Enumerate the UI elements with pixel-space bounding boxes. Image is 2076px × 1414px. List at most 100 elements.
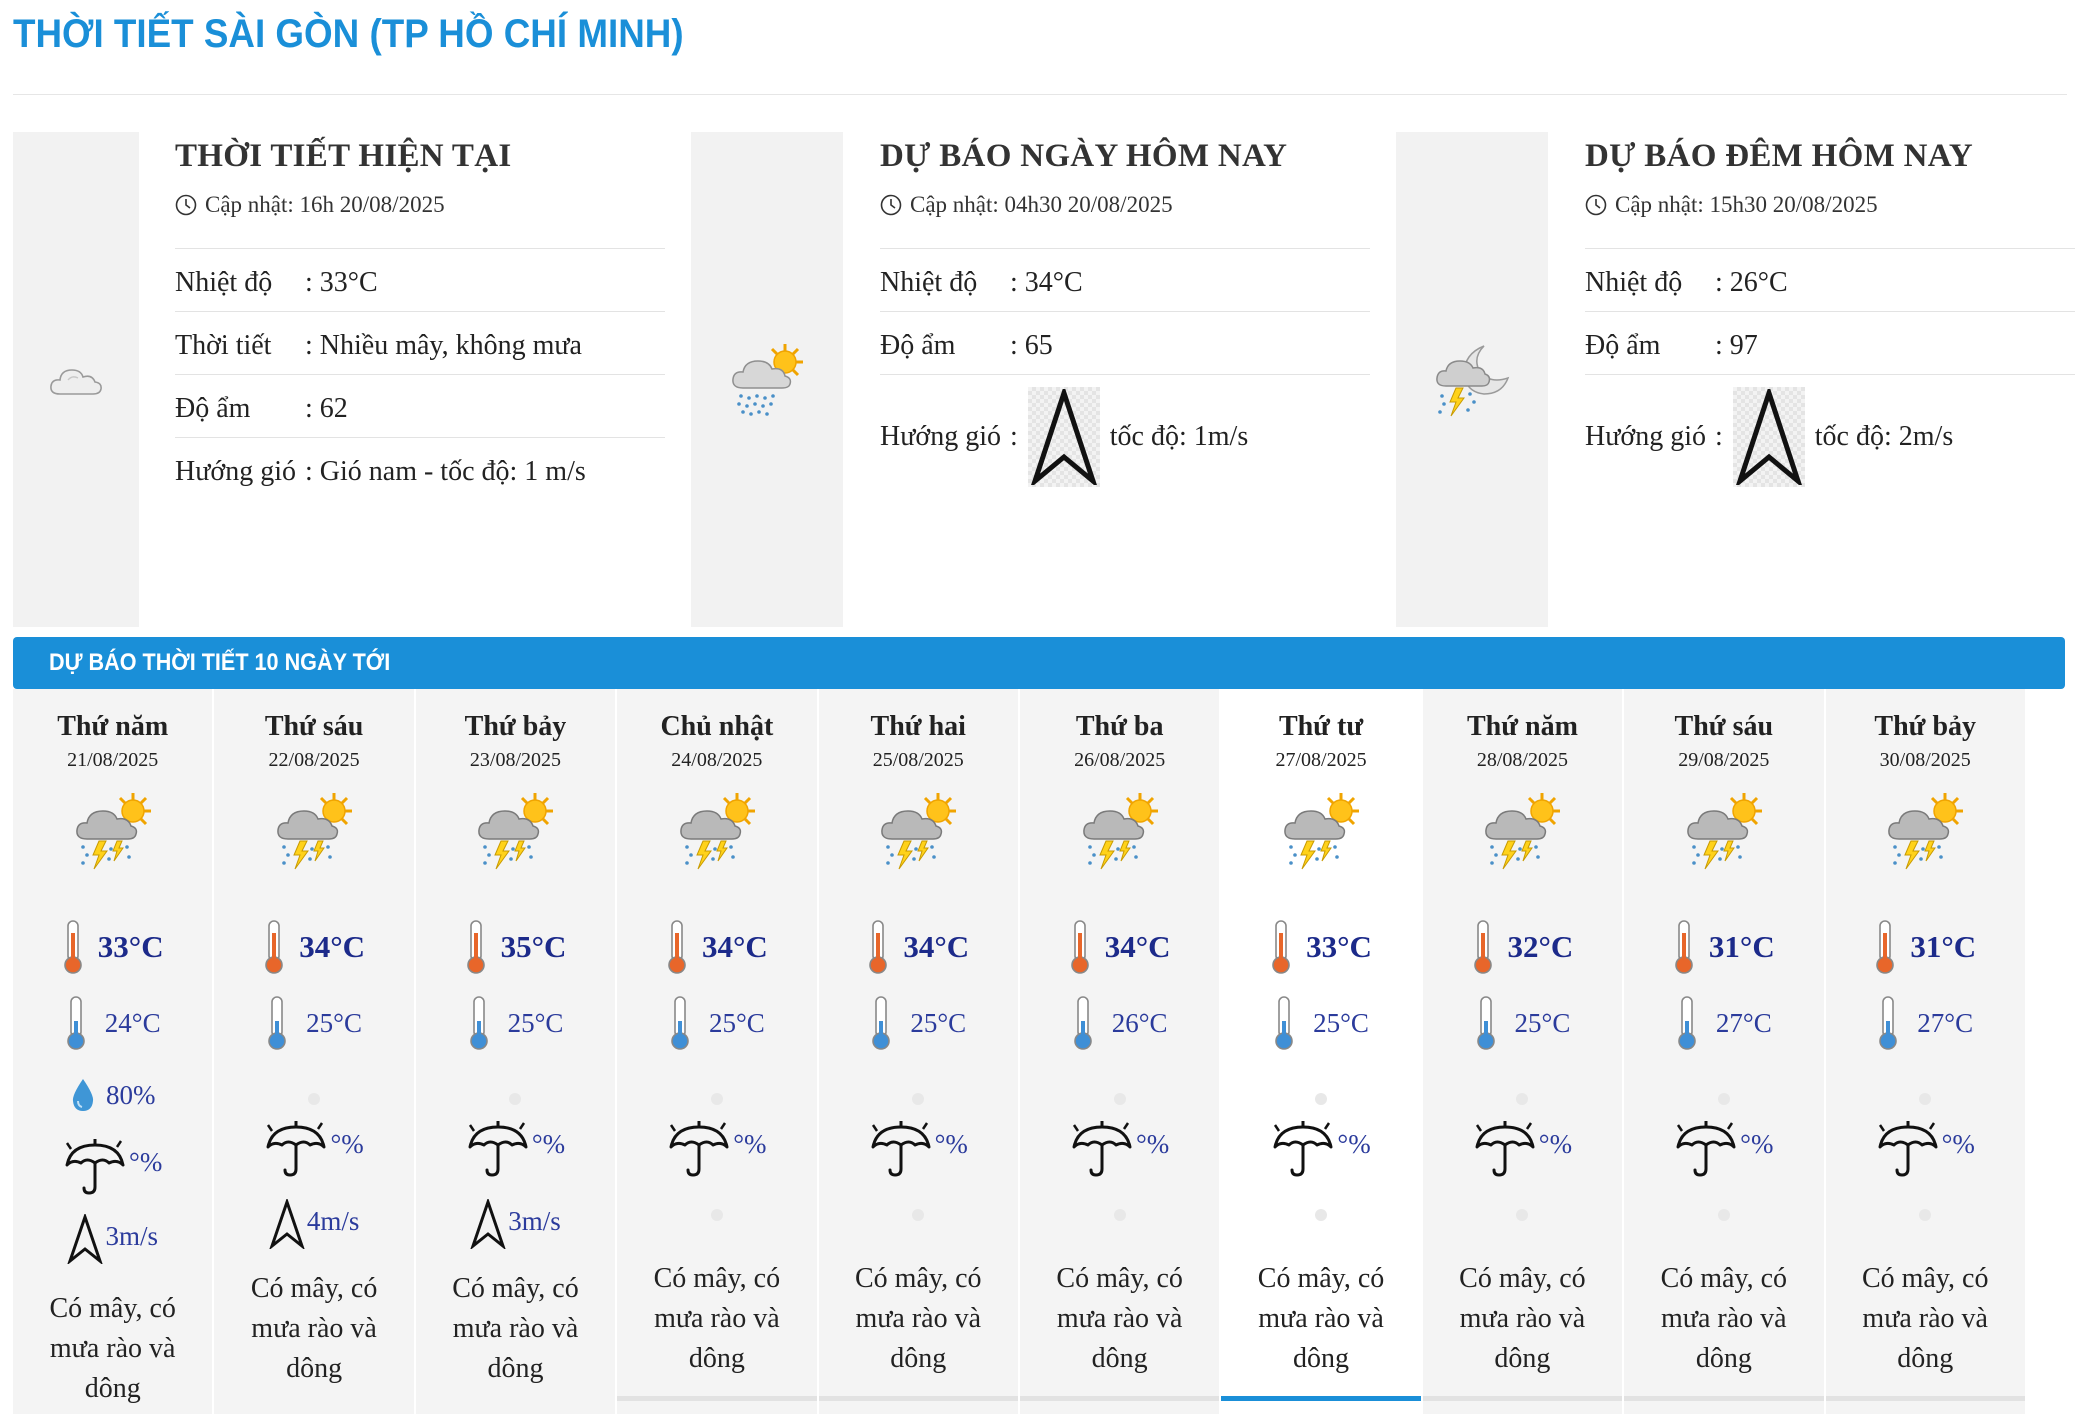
umbrella-rain-icon: [266, 1121, 326, 1177]
humidity-value: 80%: [105, 1079, 156, 1110]
update-time: Cập nhật: 15h30 20/08/2025: [1585, 188, 2075, 222]
day-weather-icon: [876, 789, 960, 878]
wind-placeholder-dot: [1717, 1209, 1730, 1221]
min-temp-value: 25°C: [1313, 1007, 1369, 1038]
row-label: Hướng gió: [880, 421, 1001, 452]
max-temp-value: 32°C: [1507, 929, 1574, 964]
max-temp-value: 34°C: [299, 929, 365, 964]
max-temp: 34°C: [214, 919, 413, 975]
forecast-day[interactable]: Thứ bảy 30/08/2025 31°C 27°C °% Có mây, có m…: [1825, 689, 2027, 1414]
max-temp: 35°C: [416, 919, 615, 975]
wind-placeholder-dot: [710, 1209, 723, 1221]
day-date: 29/08/2025: [1678, 749, 1770, 771]
row-label: Nhiệt độ: [175, 267, 273, 298]
min-temp-value: 25°C: [1514, 1007, 1571, 1038]
thermometer-hot-icon: [63, 920, 82, 974]
clock-icon: [175, 194, 197, 216]
min-temp: 24°C: [13, 995, 212, 1051]
max-temp: 34°C: [617, 919, 816, 975]
forecast-day[interactable]: Thứ bảy 23/08/2025 35°C 25°C °% 3m/s Có mây, …: [415, 689, 618, 1414]
day-description: Có mây, có mưa rào và dông: [653, 1263, 781, 1374]
day-description: Có mây, có mưa rào và dông: [855, 1263, 982, 1374]
max-temp: 34°C: [819, 919, 1018, 975]
day-date: 25/08/2025: [872, 749, 964, 771]
forecast-day[interactable]: Chủ nhật 24/08/2025 34°C 25°C °% Có mây, có …: [617, 689, 819, 1414]
row-temperature: Nhiệt độ : 26°C: [1585, 249, 2075, 312]
umbrella-rain-icon: [468, 1121, 528, 1177]
forecast-day[interactable]: Thứ sáu 22/08/2025 34°C 25°C °% 4m/s Có mây, …: [214, 689, 416, 1414]
wind: 3m/s: [416, 1199, 615, 1249]
forecast-day[interactable]: Thứ năm 28/08/2025 32°C 25°C °% Có mây, có m…: [1422, 689, 1625, 1414]
forecast-day[interactable]: Thứ ba 26/08/2025 34°C 26°C °% Có mây, có mư…: [1019, 689, 1222, 1414]
max-temp: 32°C: [1423, 919, 1622, 975]
day-weather-icon: [272, 789, 356, 878]
day-name: Thứ sáu: [264, 711, 364, 742]
day-weather-icon: [675, 789, 759, 878]
umbrella-rain-icon: [1475, 1121, 1535, 1177]
thermometer-hot-icon: [1070, 920, 1089, 974]
day-description: Có mây, có mưa rào và dông: [49, 1293, 176, 1404]
row-label: Độ ẩm: [880, 330, 956, 361]
row-wind: Hướng gió : tốc độ: 2m/s: [1585, 375, 2075, 497]
day-date: 26/08/2025: [1074, 749, 1166, 771]
wind-placeholder-dot: [1919, 1209, 1932, 1221]
day-description: Có mây, có mưa rào và dông: [250, 1273, 378, 1384]
row-condition: Thời tiết : Nhiều mây, không mưa: [175, 312, 665, 375]
umbrella-rain-icon: [1676, 1121, 1736, 1177]
min-temp-value: 25°C: [910, 1007, 967, 1038]
wind: 4m/s: [214, 1199, 413, 1249]
rain-chance: °%: [819, 1119, 1018, 1179]
min-temp: 25°C: [1423, 995, 1622, 1051]
day-description: Có mây, có mưa rào và dông: [1861, 1263, 1989, 1374]
max-temp-value: 33°C: [97, 929, 164, 964]
day-name: Thứ bảy: [1874, 711, 1977, 742]
thermometer-hot-icon: [668, 920, 686, 974]
wind-direction-tile: [1732, 387, 1805, 487]
day-name: Chủ nhật: [660, 711, 774, 742]
min-temp-value: 27°C: [1917, 1007, 1974, 1038]
rain-chance-value: °%: [531, 1129, 566, 1159]
wind-arrow-icon: [1735, 389, 1802, 485]
rain-chance: °%: [416, 1119, 615, 1179]
max-temp: 33°C: [1221, 919, 1420, 975]
page-title: THỜI TIẾT SÀI GÒN (TP HỒ CHÍ MINH): [13, 12, 684, 56]
card-title: DỰ BÁO ĐÊM HÔM NAY: [1585, 138, 1973, 174]
row-humidity: Độ ẩm : 62: [175, 375, 665, 438]
wind: 3m/s: [13, 1214, 212, 1264]
day-name: Thứ ba: [1075, 711, 1164, 742]
row-value: : Gió nam - tốc độ: 1 m/s: [305, 456, 586, 487]
rain-chance: °%: [1423, 1119, 1622, 1179]
max-temp: 34°C: [1020, 919, 1219, 975]
day-name: Thứ bảy: [464, 711, 567, 742]
update-text: Cập nhật: 04h30 20/08/2025: [910, 192, 1173, 217]
forecast-day[interactable]: Thứ hai 25/08/2025 34°C 25°C °% Có mây, có m…: [818, 689, 1020, 1414]
thermometer-cold-icon: [1678, 996, 1696, 1050]
max-temp-value: 34°C: [903, 929, 970, 964]
row-label: Hướng gió: [1585, 421, 1706, 452]
rain-chance: °%: [13, 1137, 212, 1197]
row-colon: :: [1010, 421, 1018, 452]
sun-cloud-storm-icon: [1485, 793, 1561, 870]
moon-cloud-storm-icon: [1436, 344, 1510, 416]
forecast-day[interactable]: Thứ sáu 29/08/2025 31°C 27°C °% Có mây, có m…: [1624, 689, 1826, 1414]
day-date: 23/08/2025: [469, 749, 562, 771]
thermometer-hot-icon: [1473, 920, 1492, 974]
forecast-day[interactable]: Thứ tư 27/08/2025 33°C 25°C °% Có mây, có mư…: [1221, 689, 1423, 1414]
day-date: 21/08/2025: [67, 749, 159, 771]
rain-chance-value: °%: [934, 1129, 968, 1159]
row-wind: Hướng gió : Gió nam - tốc độ: 1 m/s: [175, 438, 665, 500]
min-temp-value: 24°C: [104, 1007, 161, 1038]
min-temp: 26°C: [1020, 995, 1219, 1051]
max-temp-value: 34°C: [1104, 929, 1171, 964]
humidity-placeholder-dot: [509, 1093, 522, 1105]
min-temp-value: 25°C: [507, 1007, 564, 1038]
day-weather-icon: [1883, 789, 1967, 878]
max-temp-value: 34°C: [701, 929, 768, 964]
thermometer-cold-icon: [66, 996, 85, 1050]
row-humidity: Độ ẩm : 65: [880, 312, 1370, 375]
forecast-day[interactable]: Thứ năm 21/08/2025 33°C 24°C 80% °% 3m/s Có mâ…: [13, 689, 215, 1414]
wind-arrow-icon: [269, 1199, 305, 1249]
row-label: Độ ẩm: [175, 393, 251, 424]
max-temp-value: 31°C: [1708, 929, 1775, 964]
thermometer-hot-icon: [466, 920, 485, 974]
